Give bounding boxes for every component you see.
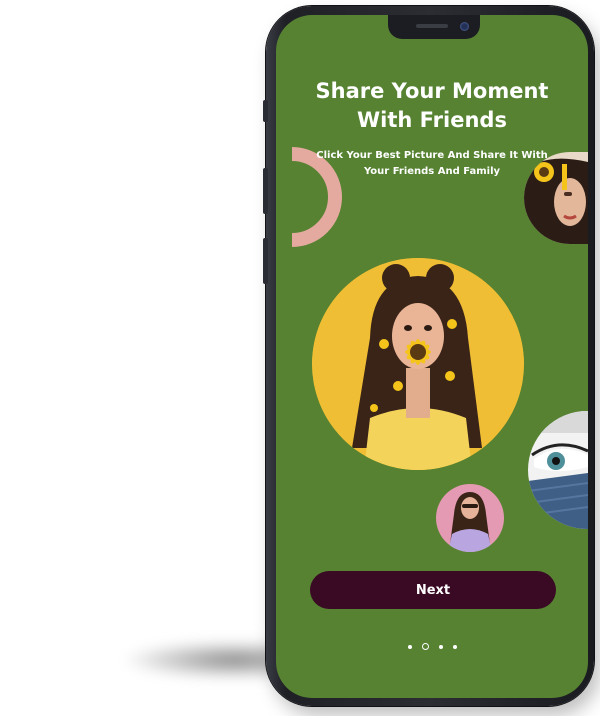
volume-down-button [263, 238, 268, 284]
next-button[interactable]: Next [310, 571, 556, 609]
eye-photo [528, 411, 588, 529]
mute-switch [263, 100, 268, 122]
stage: Share Your Moment With Friends Click You… [0, 0, 600, 716]
main-photo [312, 258, 524, 470]
page-dot-2-active[interactable] [421, 643, 429, 650]
speaker-grille [416, 24, 448, 28]
front-camera-icon [460, 22, 469, 31]
page-dot-1[interactable] [407, 644, 412, 649]
page-dot-3[interactable] [438, 644, 443, 649]
onboarding-title: Share Your Moment With Friends [315, 79, 549, 132]
small-photo [436, 484, 504, 552]
app-screen: Share Your Moment With Friends Click You… [276, 15, 588, 698]
phone-notch [388, 15, 480, 39]
volume-up-button [263, 168, 268, 214]
page-dot-4[interactable] [452, 644, 457, 649]
page-indicator [276, 643, 588, 650]
